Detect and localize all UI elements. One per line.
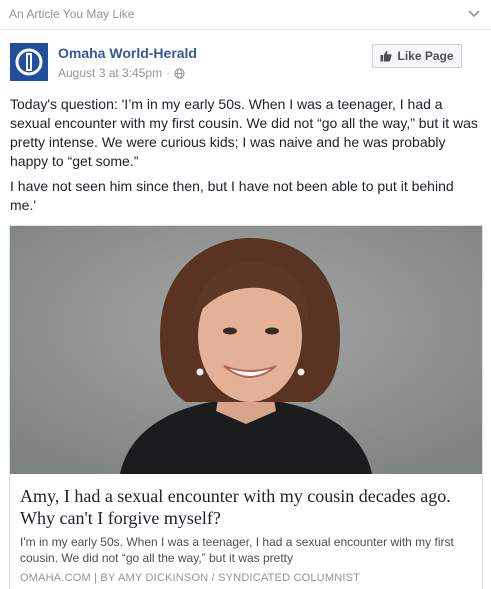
page-name-link[interactable]: Omaha World-Herald (58, 45, 197, 61)
link-preview-card[interactable]: Amy, I had a sexual encounter with my co… (9, 225, 483, 589)
like-page-label: Like Page (397, 49, 454, 63)
header-label: An Article You May Like (9, 7, 135, 21)
article-title[interactable]: Amy, I had a sexual encounter with my co… (20, 485, 470, 529)
thumbs-up-icon (380, 51, 393, 62)
post-paragraph: I have not seen him since then, but I ha… (10, 178, 454, 213)
post-body: Today's question: 'I’m in my early 50s. … (10, 95, 482, 221)
header-divider (0, 29, 491, 30)
post-paragraph: Today's question: 'I’m in my early 50s. … (10, 96, 478, 169)
like-page-button[interactable]: Like Page (372, 44, 462, 68)
article-description: I'm in my early 50s. When I was a teenag… (20, 535, 454, 565)
sponsored-header: An Article You May Like (0, 0, 491, 30)
globe-icon (174, 67, 185, 79)
post-timestamp[interactable]: August 3 at 3:45pm (58, 66, 162, 80)
page-logo[interactable] (10, 43, 48, 81)
chevron-down-icon[interactable] (467, 6, 481, 20)
article-photo[interactable] (10, 226, 482, 474)
meta-separator: · (166, 66, 171, 80)
post-meta: August 3 at 3:45pm · (58, 66, 185, 80)
article-source: OMAHA.COM | BY AMY DICKINSON / SYNDICATE… (20, 572, 361, 584)
